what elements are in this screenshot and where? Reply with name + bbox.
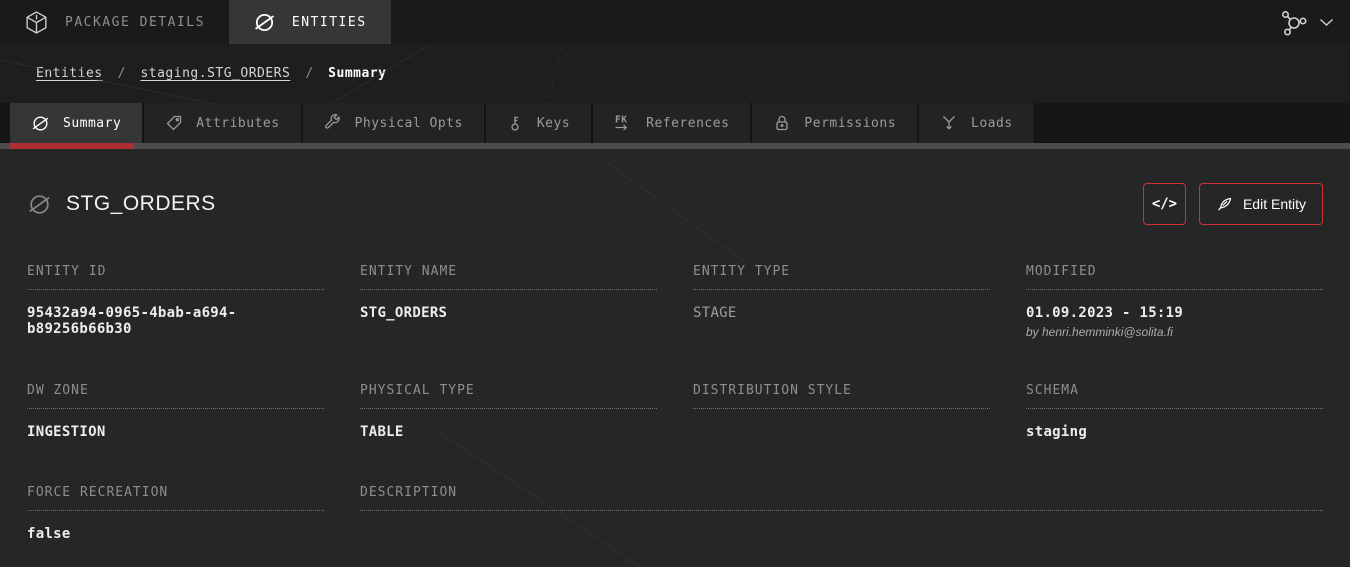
nav-entities[interactable]: ENTITIES — [229, 0, 391, 44]
field-label: SCHEMA — [1026, 383, 1323, 409]
tab-keys[interactable]: Keys — [486, 103, 593, 143]
field-value: 01.09.2023 - 15:19 — [1026, 305, 1323, 322]
tab-attributes[interactable]: Attributes — [144, 103, 302, 143]
edit-entity-label: Edit Entity — [1243, 196, 1306, 212]
tab-keys-label: Keys — [537, 116, 570, 131]
top-bar-right — [1280, 0, 1350, 44]
field-modified: MODIFIED 01.09.2023 - 15:19 by henri.hem… — [1026, 264, 1323, 339]
field-value — [693, 424, 990, 441]
top-bar: PACKAGE DETAILS ENTITIES — [0, 0, 1350, 44]
tab-loads[interactable]: Loads — [919, 103, 1036, 143]
field-value: TABLE — [360, 424, 657, 441]
view-code-button[interactable]: </> — [1143, 183, 1186, 225]
breadcrumb-entities-link[interactable]: Entities — [36, 66, 103, 81]
field-force-recreation: FORCE RECREATION false — [27, 485, 324, 543]
breadcrumb-entity-link[interactable]: staging.STG_ORDERS — [140, 66, 290, 81]
edit-entity-button[interactable]: Edit Entity — [1199, 183, 1323, 225]
field-value: STG_ORDERS — [360, 305, 657, 322]
active-tab-indicator — [10, 143, 133, 149]
summary-panel: STG_ORDERS </> Edit Entity ENTITY ID 954… — [0, 183, 1350, 543]
page-title: STG_ORDERS — [66, 192, 216, 216]
field-distribution-style: DISTRIBUTION STYLE — [693, 383, 990, 441]
lock-icon — [773, 114, 791, 132]
wrench-icon — [324, 114, 342, 132]
tab-physical-opts[interactable]: Physical Opts — [303, 103, 486, 143]
field-description: DESCRIPTION — [360, 485, 1323, 543]
nav-package-details-label: PACKAGE DETAILS — [65, 15, 205, 30]
nav-entities-label: ENTITIES — [292, 15, 367, 30]
field-label: ENTITY NAME — [360, 264, 657, 290]
tab-references-label: References — [646, 116, 729, 131]
field-entity-id: ENTITY ID 95432a94-0965-4bab-a694-b89256… — [27, 264, 324, 339]
tab-scroll-track[interactable] — [0, 143, 1350, 149]
code-icon: </> — [1152, 196, 1177, 212]
tab-summary-label: Summary — [63, 116, 121, 131]
field-value — [360, 526, 1323, 543]
breadcrumb-current-page: Summary — [328, 66, 386, 81]
field-label: FORCE RECREATION — [27, 485, 324, 511]
field-dw-zone: DW ZONE INGESTION — [27, 383, 324, 441]
entity-icon — [253, 11, 276, 34]
field-label: DISTRIBUTION STYLE — [693, 383, 990, 409]
field-value: false — [27, 526, 324, 543]
field-label: MODIFIED — [1026, 264, 1323, 290]
field-value: 95432a94-0965-4bab-a694-b89256b66b30 — [27, 305, 324, 337]
tab-summary[interactable]: Summary — [10, 103, 144, 143]
entity-icon — [27, 192, 52, 217]
quill-edit-icon — [1216, 196, 1233, 213]
merge-arrows-icon — [940, 114, 958, 132]
chevron-down-icon[interactable] — [1319, 18, 1334, 27]
tab-permissions-label: Permissions — [804, 116, 896, 131]
tab-loads-label: Loads — [971, 116, 1013, 131]
key-icon — [507, 114, 524, 132]
entity-fields: ENTITY ID 95432a94-0965-4bab-a694-b89256… — [27, 264, 1323, 543]
field-label: PHYSICAL TYPE — [360, 383, 657, 409]
tab-references[interactable]: FK References — [593, 103, 752, 143]
breadcrumb-separator: / — [118, 66, 126, 81]
field-entity-type: ENTITY TYPE STAGE — [693, 264, 990, 339]
tag-icon — [165, 114, 183, 132]
tab-physical-opts-label: Physical Opts — [355, 116, 463, 131]
svg-text:FK: FK — [615, 115, 627, 126]
entity-icon — [31, 114, 50, 133]
field-schema: SCHEMA staging — [1026, 383, 1323, 441]
breadcrumb: Entities / staging.STG_ORDERS / Summary — [0, 44, 1350, 103]
field-value: staging — [1026, 424, 1323, 441]
foreign-key-icon: FK — [614, 114, 633, 132]
field-value: STAGE — [693, 305, 990, 322]
field-label: DW ZONE — [27, 383, 324, 409]
field-physical-type: PHYSICAL TYPE TABLE — [360, 383, 657, 441]
field-entity-name: ENTITY NAME STG_ORDERS — [360, 264, 657, 339]
field-label: ENTITY TYPE — [693, 264, 990, 290]
modified-by: by henri.hemminki@solita.fi — [1026, 325, 1323, 339]
network-graph-icon[interactable] — [1280, 9, 1307, 36]
tab-attributes-label: Attributes — [196, 116, 279, 131]
nav-package-details[interactable]: PACKAGE DETAILS — [0, 0, 229, 44]
package-cube-icon — [24, 10, 49, 35]
breadcrumb-separator: / — [305, 66, 313, 81]
field-value: INGESTION — [27, 424, 324, 441]
entity-tab-bar: Summary Attributes Physical Opts Keys FK… — [0, 103, 1350, 143]
field-label: ENTITY ID — [27, 264, 324, 290]
field-label: DESCRIPTION — [360, 485, 1323, 511]
tab-permissions[interactable]: Permissions — [752, 103, 919, 143]
